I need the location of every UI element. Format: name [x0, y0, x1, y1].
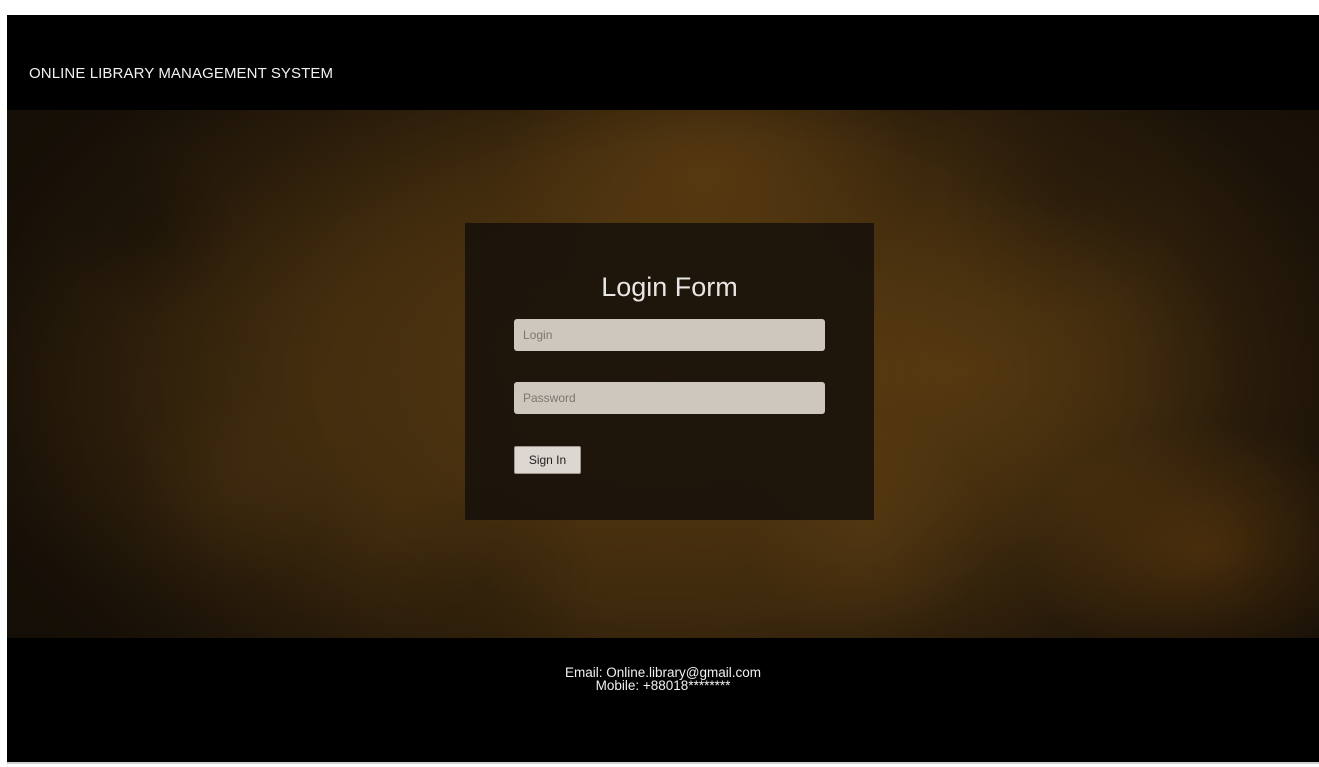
password-input[interactable]	[514, 382, 825, 414]
contact-info: Email: Online.library@gmail.com Mobile: …	[7, 666, 1319, 693]
site-header: ONLINE LIBRARY MANAGEMENT SYSTEM	[7, 15, 1319, 110]
login-form-heading: Login Form	[601, 272, 738, 302]
bottom-divider	[7, 762, 1319, 764]
site-title: ONLINE LIBRARY MANAGEMENT SYSTEM	[29, 65, 334, 82]
login-input[interactable]	[514, 319, 825, 351]
contact-mobile: Mobile: +88018********	[595, 678, 731, 693]
site-footer: Email: Online.library@gmail.com Mobile: …	[7, 638, 1319, 762]
page-frame: ONLINE LIBRARY MANAGEMENT SYSTEM Login F…	[7, 15, 1319, 762]
hero-background: Login Form Sign In	[7, 110, 1319, 638]
login-form-panel: Login Form Sign In	[465, 223, 874, 520]
sign-in-button[interactable]: Sign In	[514, 446, 581, 474]
